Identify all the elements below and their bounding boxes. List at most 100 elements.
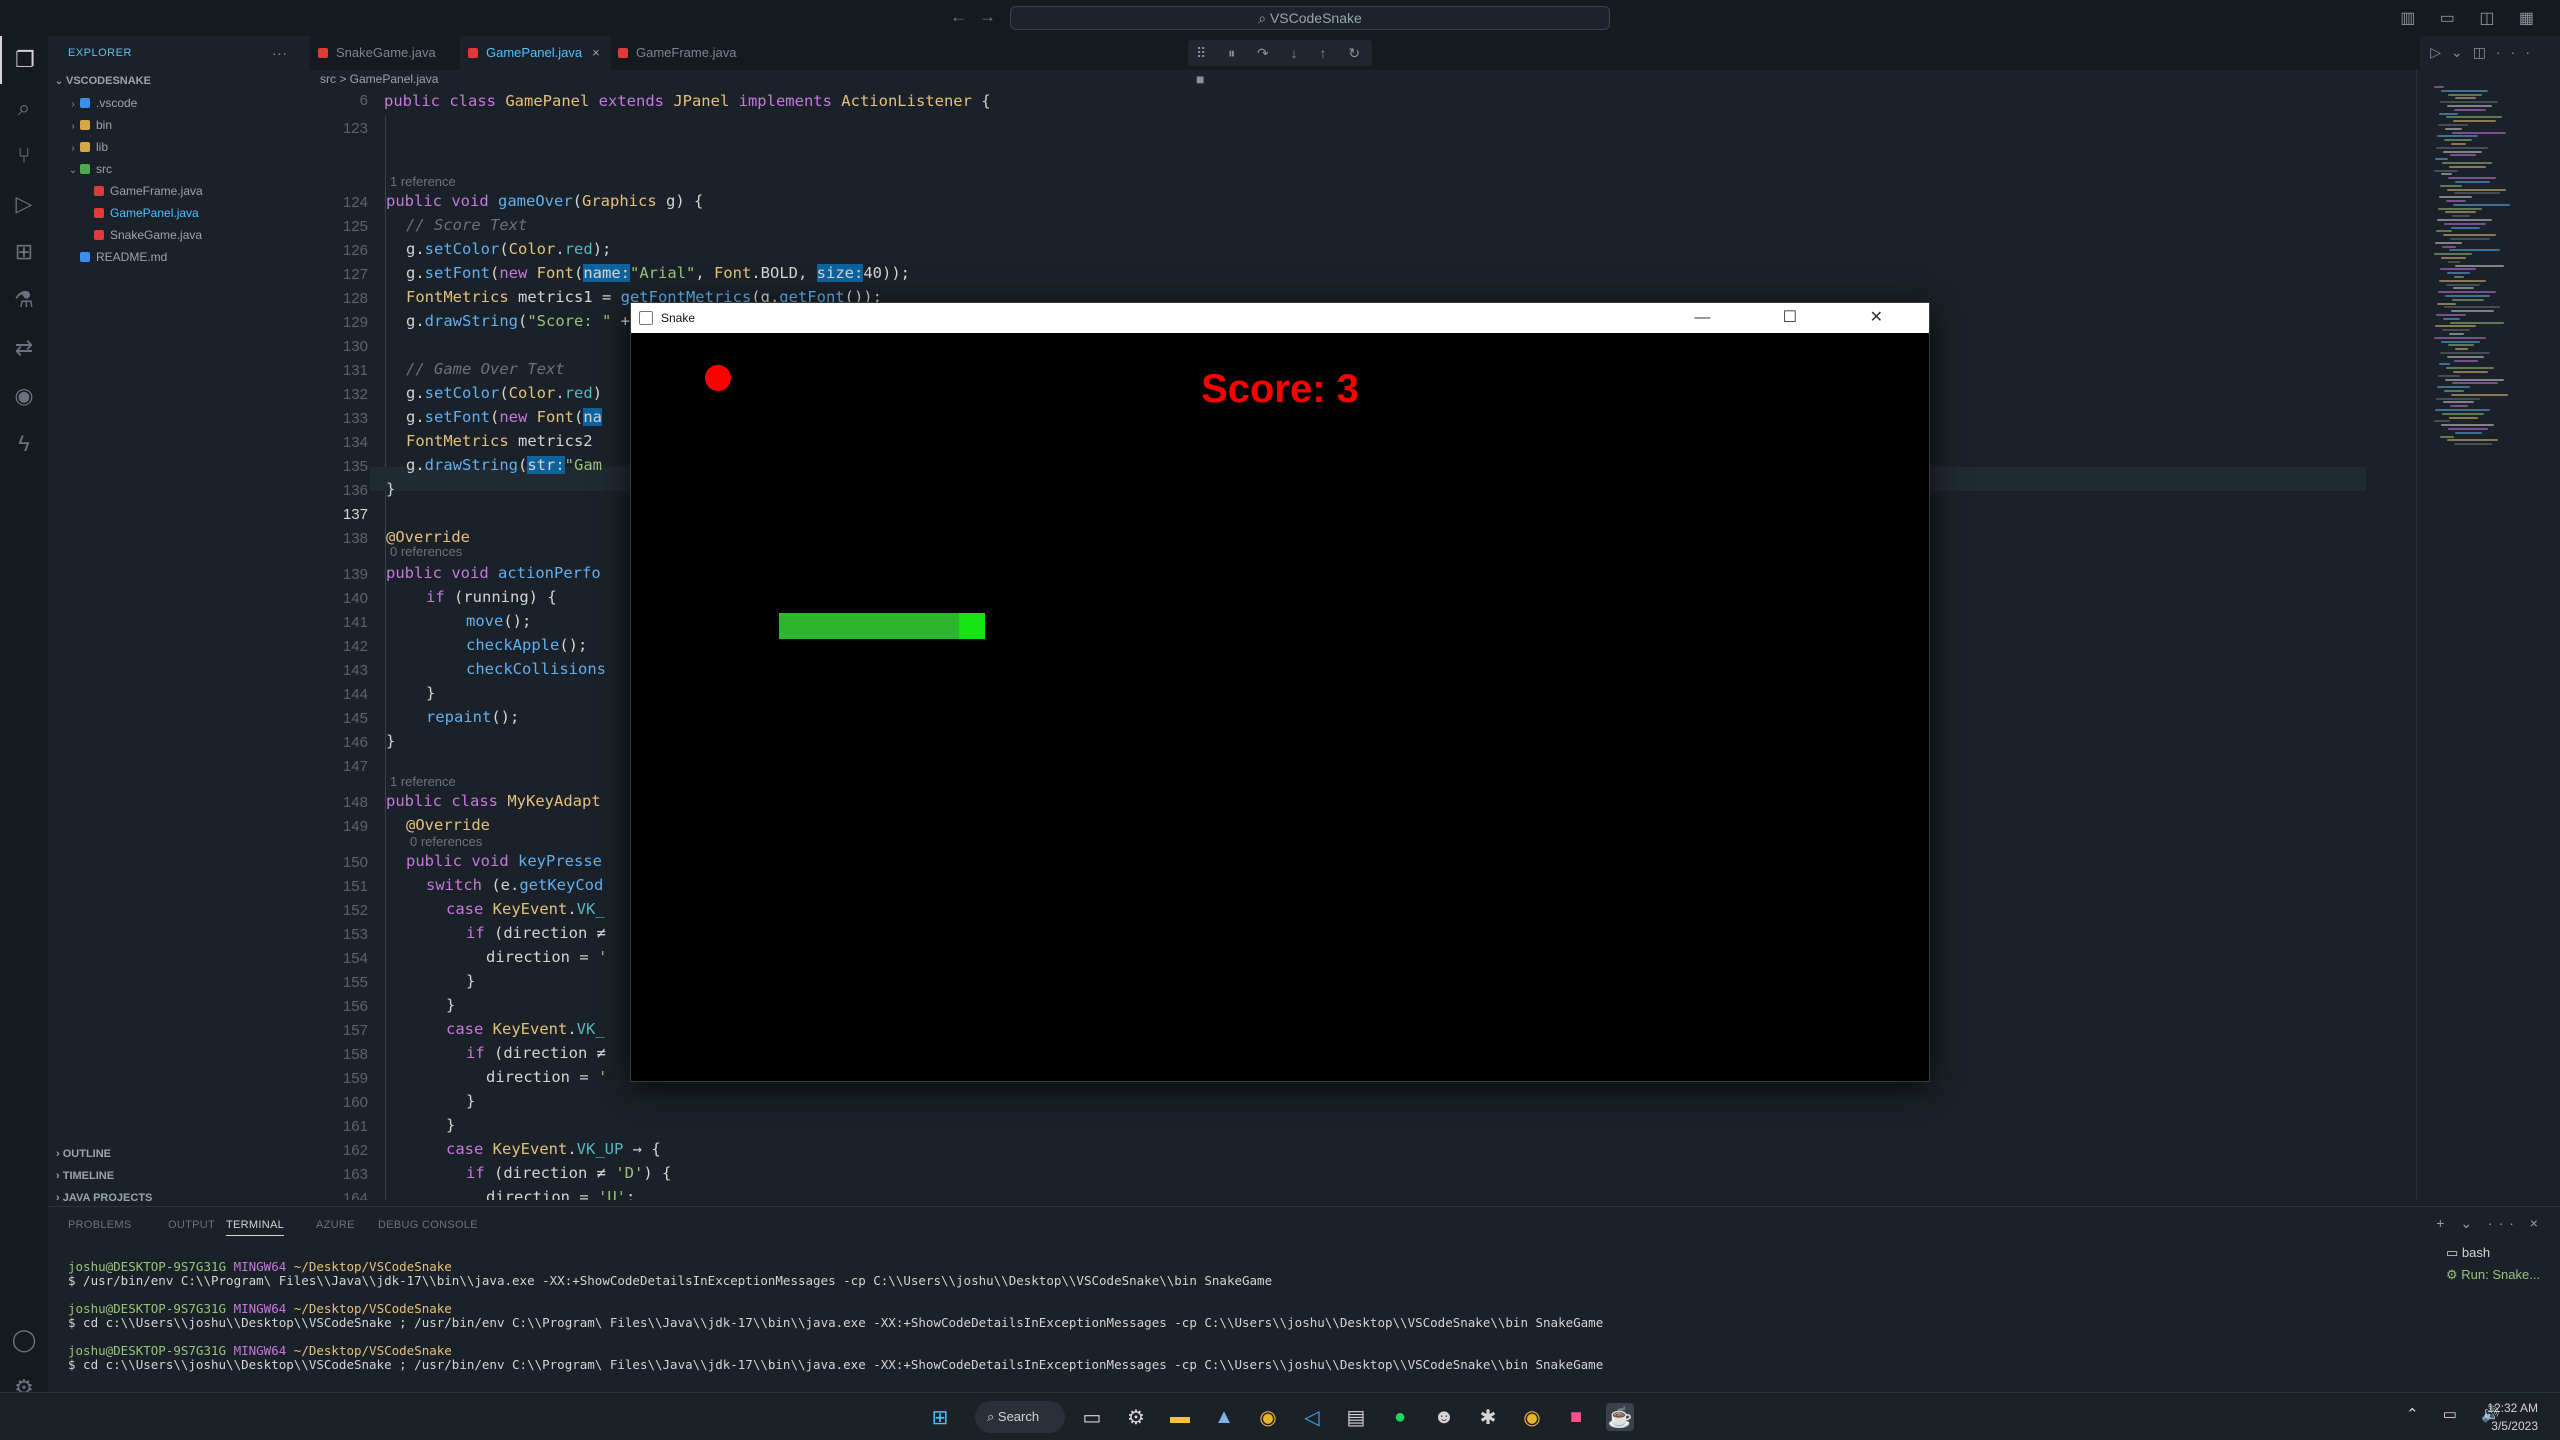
code-line[interactable]: } [386,732,395,750]
search-icon[interactable]: ⌕ [0,84,48,132]
breadcrumb[interactable]: src > GamePanel.java [320,72,438,86]
code-line[interactable]: direction = 'U'; [486,1188,635,1200]
explorer-icon[interactable]: ❐ [0,36,48,84]
lightning-icon[interactable]: ϟ [0,420,48,468]
nav-arrows[interactable]: ←→ [950,7,1008,27]
panel-tab-azure[interactable]: AZURE [316,1219,355,1231]
taskbar-search[interactable]: ⌕ Search [975,1401,1065,1433]
code-line[interactable]: g.setFont(new Font(name:"Arial", Font.BO… [406,264,910,282]
code-line[interactable]: if (direction ≠ 'D') { [466,1164,671,1182]
code-line[interactable]: g.setFont(new Font(na [406,408,603,426]
copilot-icon[interactable]: ◉ [0,372,48,420]
tab-gameframe[interactable]: GameFrame.java [610,36,760,70]
tree-item[interactable]: README.md [48,246,310,268]
code-line[interactable]: // Game Over Text [406,360,565,378]
sticky-scroll-line[interactable]: public class GamePanel extends JPanel im… [384,92,991,110]
terminal-instance[interactable]: ▭ bash [2446,1245,2540,1261]
terminal-instance[interactable]: ⚙ Run: Snake... [2446,1267,2540,1283]
task-view-icon[interactable]: ▭ [1078,1403,1106,1431]
code-line[interactable]: g.setColor(Color.red) [406,384,602,402]
code-line[interactable]: } [446,996,455,1014]
timeline-section[interactable]: › TIMELINE [48,1170,310,1182]
code-line[interactable]: direction = ' [486,1068,607,1086]
tree-item[interactable]: › .vscode [48,92,310,114]
panel-tab-output[interactable]: OUTPUT [168,1219,215,1231]
photos-icon[interactable]: ▲ [1210,1403,1238,1431]
windows-start-icon[interactable]: ⊞ [926,1403,954,1431]
tree-item[interactable]: GamePanel.java [48,202,310,224]
code-line[interactable]: case KeyEvent.VK_UP → { [446,1140,661,1158]
code-line[interactable]: FontMetrics metrics2 [406,432,593,450]
code-line[interactable]: if (direction ≠ [466,924,606,942]
window-controls[interactable]: — ☐ ✕ [1694,303,1917,333]
spotify-icon[interactable]: ● [1386,1403,1414,1431]
panel-tab-terminal[interactable]: TERMINAL [226,1219,285,1236]
code-line[interactable]: } [386,480,395,498]
debug-toolbar[interactable]: ⠿ ⏸ ↷ ↓ ↑ ↻ ■ [1188,40,1372,87]
editor-actions[interactable]: ▷⌄◫··· [2430,44,2540,61]
extensions-icon[interactable]: ⊞ [0,228,48,276]
java-app-icon[interactable]: ☕ [1606,1403,1634,1431]
code-line[interactable]: case KeyEvent.VK_ [446,900,605,918]
codelens[interactable]: 0 references [410,834,482,849]
code-line[interactable]: g.drawString(str:"Gam [406,456,602,474]
code-line[interactable]: move(); [466,612,531,630]
codelens[interactable]: 1 reference [390,174,456,189]
snake-title-bar[interactable]: Snake — ☐ ✕ [631,303,1929,333]
code-line[interactable]: checkApple(); [466,636,587,654]
snake-game-window[interactable]: Snake — ☐ ✕ Score: 3 [630,302,1930,1082]
workspace-folder[interactable]: ⌄ VSCODESNAKE [48,70,310,92]
codelens[interactable]: 1 reference [390,774,456,789]
nav-forward-icon[interactable]: → [979,7,1008,26]
tree-item[interactable]: › lib [48,136,310,158]
code-line[interactable]: } [466,972,475,990]
panel-tab-debug-console[interactable]: DEBUG CONSOLE [378,1219,478,1231]
testing-icon[interactable]: ⚗ [0,276,48,324]
account-icon[interactable]: ◯ [0,1316,48,1364]
vscode-icon[interactable]: ◁ [1298,1403,1326,1431]
code-line[interactable]: } [466,1092,475,1110]
slack-icon[interactable]: ✱ [1474,1403,1502,1431]
code-line[interactable]: checkCollisions [466,660,606,678]
code-line[interactable]: } [426,684,435,702]
clock[interactable]: 12:32 AM 3/5/2023 [2487,1399,2538,1435]
code-line[interactable]: public void keyPresse [406,852,602,870]
java-projects-section[interactable]: › JAVA PROJECTS [48,1192,310,1204]
code-line[interactable]: } [446,1116,455,1134]
chrome-profile-icon[interactable]: ◉ [1518,1403,1546,1431]
tab-gamepanel[interactable]: GamePanel.java × [460,36,610,70]
panel-actions[interactable]: + ⌄ ··· × [2436,1215,2544,1232]
codelens[interactable]: 0 references [390,544,462,559]
panel-tab-problems[interactable]: PROBLEMS [68,1219,132,1231]
minimap[interactable] [2430,86,2540,446]
more-actions-icon[interactable]: ··· [272,36,288,70]
command-center[interactable]: ⌕ VSCodeSnake [1010,6,1610,30]
outline-section[interactable]: › OUTLINE [48,1148,310,1160]
code-line[interactable]: switch (e.getKeyCod [426,876,603,894]
game-canvas[interactable]: Score: 3 [631,333,1929,1081]
code-line[interactable]: case KeyEvent.VK_ [446,1020,605,1038]
layout-controls[interactable]: ▥ ▭ ◫ ▦ [2400,8,2544,28]
tree-item[interactable]: › bin [48,114,310,136]
code-line[interactable]: repaint(); [426,708,519,726]
code-line[interactable]: public void gameOver(Graphics g) { [386,192,703,210]
terminal-icon[interactable]: ▤ [1342,1403,1370,1431]
tree-item[interactable]: GameFrame.java [48,180,310,202]
code-line[interactable]: @Override [406,816,490,834]
tree-item[interactable]: SnakeGame.java [48,224,310,246]
close-tab-icon[interactable]: × [592,45,600,60]
code-line[interactable]: public void actionPerfo [386,564,601,582]
nav-back-icon[interactable]: ← [950,7,979,26]
chrome-icon[interactable]: ◉ [1254,1403,1282,1431]
file-explorer-icon[interactable]: ▬ [1166,1403,1194,1431]
settings-icon[interactable]: ⚙ [1122,1403,1150,1431]
alien-app-icon[interactable]: ☻ [1430,1403,1458,1431]
intellij-icon[interactable]: ■ [1562,1403,1590,1431]
run-debug-icon[interactable]: ▷ [0,180,48,228]
remote-icon[interactable]: ⇄ [0,324,48,372]
code-line[interactable]: if (direction ≠ [466,1044,606,1062]
code-line[interactable]: public class MyKeyAdapt [386,792,601,810]
tree-item[interactable]: ⌄ src [48,158,310,180]
tab-snakegame[interactable]: SnakeGame.java [310,36,460,70]
code-line[interactable]: g.setColor(Color.red); [406,240,611,258]
